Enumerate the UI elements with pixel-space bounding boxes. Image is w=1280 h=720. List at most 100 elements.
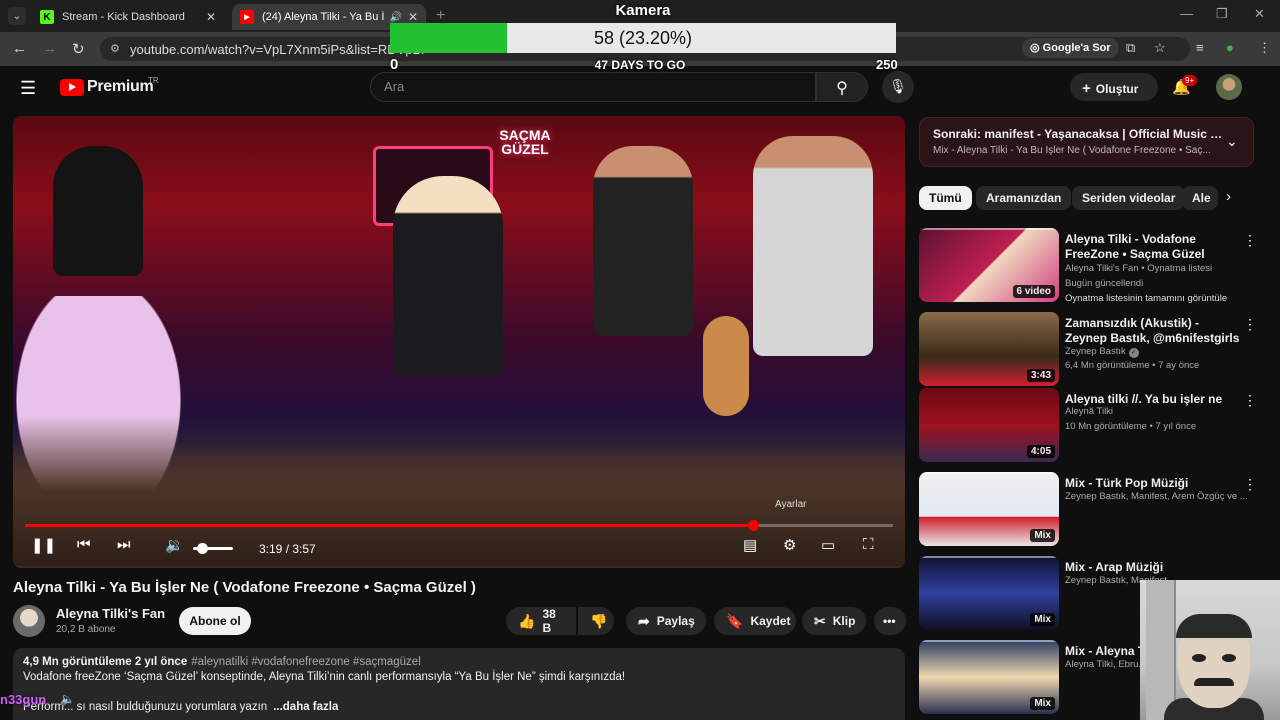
youtube-play-icon bbox=[60, 78, 84, 96]
subtitles-icon[interactable]: ▤ bbox=[743, 536, 757, 566]
brand-name: Premium bbox=[87, 78, 154, 95]
account-avatar[interactable] bbox=[1216, 74, 1242, 100]
recommendation-item[interactable]: 3:43 Zamansızdık (Akustik) - Zeynep Bast… bbox=[919, 312, 1257, 388]
tab-search-button[interactable]: ⌄ bbox=[8, 7, 26, 25]
acoustic-guitar bbox=[703, 316, 749, 416]
chat-username: n33gun bbox=[0, 692, 47, 707]
thumbs-down-icon: 👎 bbox=[590, 612, 608, 629]
pause-icon[interactable]: ❚❚ bbox=[31, 536, 56, 566]
search-placeholder: Ara bbox=[384, 79, 405, 94]
thumbs-up-icon: 👍 bbox=[518, 612, 536, 629]
bookmark-star-icon[interactable]: ☆ bbox=[1154, 40, 1166, 56]
next-icon[interactable]: ⏭ bbox=[117, 536, 131, 566]
up-next-panel[interactable]: Sonraki: manifest - Yaşanacaksa | Offici… bbox=[919, 117, 1254, 167]
dislike-button[interactable]: 👎 bbox=[578, 607, 614, 635]
chip-all[interactable]: Tümü bbox=[919, 186, 972, 210]
forward-icon[interactable]: → bbox=[42, 40, 57, 57]
youtube-premium-logo[interactable]: Premium TR bbox=[60, 76, 159, 96]
volume-knob[interactable] bbox=[197, 543, 208, 554]
rec-channel: Aleynă Tilki bbox=[1065, 406, 1114, 417]
theater-mode-icon[interactable]: ▭ bbox=[821, 536, 835, 566]
more-vert-icon[interactable]: ⋮ bbox=[1243, 316, 1257, 333]
maximize-icon[interactable]: ❐ bbox=[1216, 6, 1228, 22]
recommendation-item[interactable]: 6 video Aleyna Tilki - Vodafone FreeZone… bbox=[919, 228, 1257, 304]
thumbnail[interactable]: 3:43 bbox=[919, 312, 1059, 386]
recommendation-item[interactable]: 4:05 Aleyna tilki //. Ya bu işler ne Ale… bbox=[919, 388, 1257, 464]
close-icon[interactable]: ✕ bbox=[408, 10, 418, 24]
channel-avatar[interactable] bbox=[13, 605, 45, 637]
video-progress-bar[interactable] bbox=[25, 520, 893, 531]
goal-days-label: 47 DAYS TO GO bbox=[594, 58, 686, 72]
hashtags[interactable]: #aleynatilki #vodafonefreezone #saçmagüz… bbox=[191, 656, 421, 668]
fullscreen-icon[interactable]: ⛶ bbox=[863, 536, 874, 566]
hamburger-menu-icon[interactable]: ☰ bbox=[20, 78, 36, 99]
country-code: TR bbox=[148, 76, 159, 85]
thumbnail[interactable]: Mix bbox=[919, 472, 1059, 546]
recommendation-item[interactable]: Mix Mix - Türk Pop Müziği Zeynep Bastık,… bbox=[919, 472, 1257, 548]
settings-tooltip: Ayarlar bbox=[775, 499, 807, 510]
show-more-link[interactable]: ...daha fazla bbox=[273, 701, 338, 713]
thumbnail[interactable]: Mix bbox=[919, 640, 1059, 714]
voice-search-button[interactable]: 🎙 bbox=[882, 71, 914, 103]
mask-mustache bbox=[1194, 678, 1234, 686]
search-button[interactable]: ⚲ bbox=[816, 72, 868, 102]
video-title: Aleyna Tilki - Ya Bu İşler Ne ( Vodafone… bbox=[13, 579, 476, 596]
mic-icon: 🎙 bbox=[889, 78, 907, 94]
more-vert-icon[interactable]: ⋮ bbox=[1243, 476, 1257, 493]
plus-icon: + bbox=[1082, 80, 1091, 97]
goal-progress-bar: 58 (23.20%) bbox=[390, 23, 896, 53]
google-lens-button[interactable]: ◎ Google'a Sor bbox=[1022, 38, 1119, 58]
thumbnail[interactable]: 6 video bbox=[919, 228, 1059, 302]
install-icon[interactable]: ⧉ bbox=[1126, 40, 1135, 56]
minimize-icon[interactable]: — bbox=[1180, 6, 1193, 21]
thumbnail[interactable]: 4:05 bbox=[919, 388, 1059, 462]
subscribe-button[interactable]: Abone ol bbox=[179, 607, 251, 635]
create-button[interactable]: + Oluştur bbox=[1070, 73, 1158, 101]
channel-name[interactable]: Aleyna Tilki's Fan bbox=[56, 606, 165, 621]
settings-gear-icon[interactable]: ⚙ bbox=[783, 536, 796, 566]
chevron-down-icon[interactable]: ⌄ bbox=[1226, 133, 1238, 150]
previous-icon[interactable]: ⏮ bbox=[77, 536, 91, 566]
speaker-icon[interactable]: 🔊 bbox=[389, 12, 401, 23]
clip-button[interactable]: ✂ Klip bbox=[802, 607, 866, 635]
share-label: Paylaş bbox=[656, 614, 695, 628]
search-input[interactable]: Ara bbox=[370, 72, 816, 102]
browser-tab-kick[interactable]: K Stream - Kick Dashboard ✕ bbox=[32, 4, 224, 30]
view-full-playlist-link[interactable]: Oynatma listesinin tamamını görüntüle bbox=[1065, 293, 1255, 304]
chip-from-search[interactable]: Aramanızdan bbox=[976, 186, 1072, 210]
like-button[interactable]: 👍 38 B bbox=[506, 607, 576, 635]
profile-icon[interactable]: ● bbox=[1226, 40, 1234, 55]
thumbnail[interactable]: Mix bbox=[919, 556, 1059, 630]
duration-badge: 4:05 bbox=[1026, 445, 1055, 458]
save-label: Kaydet bbox=[750, 614, 791, 628]
keyboardist bbox=[53, 146, 143, 276]
browser-menu-icon[interactable]: ⋮ bbox=[1258, 40, 1271, 56]
chip-aleyna[interactable]: Ale bbox=[1182, 186, 1218, 210]
share-icon: ➦ bbox=[638, 612, 650, 629]
description-box[interactable]: 4,9 Mn görüntüleme 2 yıl önce #aleynatilk… bbox=[13, 648, 905, 720]
stage-floor bbox=[13, 416, 905, 566]
reload-icon[interactable]: ↻ bbox=[72, 40, 85, 58]
close-icon[interactable]: ✕ bbox=[206, 10, 216, 24]
more-vert-icon[interactable]: ⋮ bbox=[1243, 232, 1257, 249]
goal-min-label: 0 bbox=[390, 56, 399, 73]
mask-eye bbox=[1192, 654, 1206, 662]
chip-series[interactable]: Seriden videolar bbox=[1072, 186, 1186, 210]
more-actions-button[interactable]: ••• bbox=[874, 607, 906, 635]
share-button[interactable]: ➦ Paylaş bbox=[626, 607, 706, 635]
save-button[interactable]: 🔖 Kaydet bbox=[714, 607, 796, 635]
video-player[interactable]: SAÇMA GÜZEL Ayarlar ❚❚ ⏮ ⏭ 🔉 3:19 / 3:57… bbox=[13, 116, 905, 568]
up-next-title: Sonraki: manifest - Yaşanacaksa | Offici… bbox=[933, 127, 1223, 141]
kick-icon: K bbox=[40, 10, 54, 24]
reading-list-icon[interactable]: ≡ bbox=[1196, 40, 1204, 55]
rec-title: Zamansızdık (Akustik) - Zeynep Bastık, @… bbox=[1065, 316, 1240, 345]
volume-icon[interactable]: 🔉 bbox=[165, 536, 184, 566]
mix-badge: Mix bbox=[1030, 529, 1055, 542]
back-icon[interactable]: ← bbox=[12, 40, 27, 57]
site-info-icon[interactable]: ⚙ bbox=[110, 42, 120, 55]
second-guitarist bbox=[753, 136, 873, 356]
window-close-icon[interactable]: ✕ bbox=[1254, 6, 1265, 22]
chevron-right-icon[interactable]: › bbox=[1226, 188, 1231, 205]
notification-badge: 9+ bbox=[1182, 75, 1198, 86]
more-vert-icon[interactable]: ⋮ bbox=[1243, 392, 1257, 409]
